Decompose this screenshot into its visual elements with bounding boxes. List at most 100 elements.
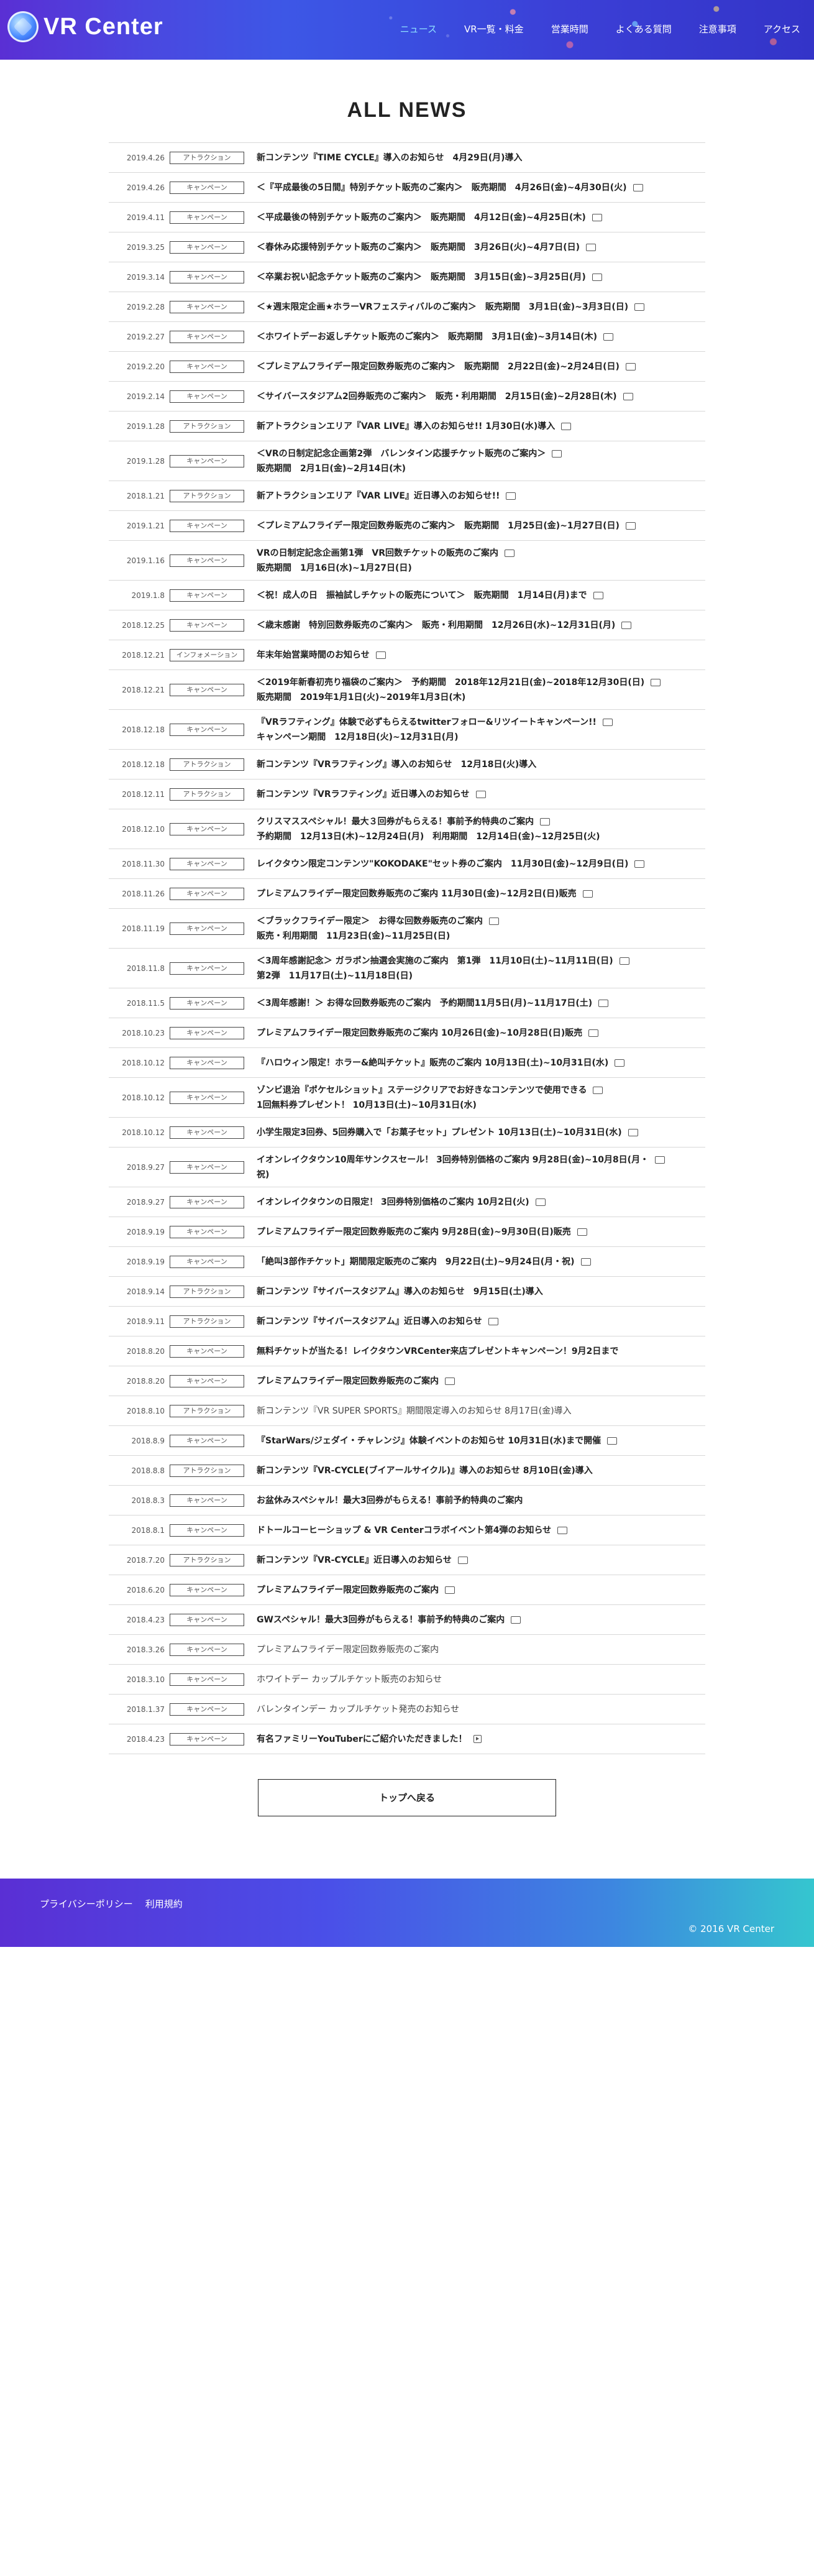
news-title[interactable]: ＜春休み応援特別チケット販売のご案内＞ 販売期間 3月26日(火)~4月7日(日… — [257, 240, 705, 255]
footer-link[interactable]: プライバシーポリシー — [40, 1897, 133, 1910]
news-title[interactable]: ＜プレミアムフライデー限定回数券販売のご案内＞ 販売期間 2月22日(金)~2月… — [257, 359, 705, 374]
news-row[interactable]: 2019.4.26 アトラクション 新コンテンツ『TIME CYCLE』導入のお知ら… — [109, 143, 705, 173]
news-row[interactable]: 2018.6.20 キャンペーン プレミアムフライデー限定回数券販売のご案内 — [109, 1575, 705, 1605]
news-row[interactable]: 2018.11.30 キャンペーン レイクタウン限定コンテンツ"KOKODAKE"セ… — [109, 849, 705, 879]
news-row[interactable]: 2018.8.20 キャンペーン プレミアムフライデー限定回数券販売のご案内 — [109, 1366, 705, 1396]
news-title[interactable]: ＜祝！成人の日 振袖試しチケットの販売について＞ 販売期間 1月14日(月)まで — [257, 588, 705, 603]
news-title[interactable]: レイクタウン限定コンテンツ"KOKODAKE"セット券のご案内 11月30日(金… — [257, 857, 705, 872]
news-title[interactable]: 新コンテンツ『VR-CYCLE(ブイアールサイクル)』導入のお知らせ 8月10日… — [257, 1463, 705, 1478]
news-row[interactable]: 2018.12.21 インフォメーション 年末年始営業時間のお知らせ — [109, 640, 705, 670]
nav-item[interactable]: 注意事項 — [685, 22, 750, 35]
back-to-top-button[interactable]: トップへ戻る — [258, 1779, 556, 1816]
news-row[interactable]: 2018.4.23 キャンペーン 有名ファミリーYouTuberにご紹介いただきまし… — [109, 1724, 705, 1754]
news-row[interactable]: 2019.1.28 アトラクション 新アトラクションエリア『VAR LIVE』導入の… — [109, 412, 705, 441]
news-row[interactable]: 2018.11.8 キャンペーン ＜3周年感謝記念＞ ガラポン抽選会実施のご案内 第… — [109, 949, 705, 988]
news-row[interactable]: 2018.10.12 キャンペーン 『ハロウィン限定！ホラー&絶叫チケット』販売のご… — [109, 1048, 705, 1078]
news-title[interactable]: ＜★週末限定企画★ホラーVRフェスティバルのご案内＞ 販売期間 3月1日(金)~… — [257, 300, 705, 315]
news-title[interactable]: ＜3周年感謝！＞ お得な回数券販売のご案内 予約期間11月5日(月)~11月17… — [257, 996, 705, 1011]
nav-item[interactable]: よくある質問 — [602, 22, 685, 35]
news-title[interactable]: 無料チケットが当たる！レイクタウンVRCenter来店プレゼントキャンペーン！9… — [257, 1344, 705, 1359]
news-title[interactable]: 新コンテンツ『VRラフティング』近日導入のお知らせ — [257, 787, 705, 802]
news-title[interactable]: 新コンテンツ『VRラフティング』導入のお知らせ 12月18日(火)導入 — [257, 757, 705, 772]
nav-item[interactable]: VR一覧・料金 — [450, 22, 537, 35]
news-title[interactable]: ＜ホワイトデーお返しチケット販売のご案内＞ 販売期間 3月1日(金)~3月14日… — [257, 329, 705, 344]
news-row[interactable]: 2018.3.10 キャンペーン ホワイトデー カップルチケット販売のお知らせ — [109, 1665, 705, 1695]
news-title[interactable]: ＜平成最後の特別チケット販売のご案内＞ 販売期間 4月12日(金)~4月25日(… — [257, 210, 705, 225]
news-row[interactable]: 2018.10.12 キャンペーン ゾンビ退治『ポケセルショット』ステージクリアでお… — [109, 1078, 705, 1118]
news-title[interactable]: 新アトラクションエリア『VAR LIVE』導入のお知らせ!! 1月30日(水)導… — [257, 419, 705, 434]
news-title[interactable]: プレミアムフライデー限定回数券販売のご案内 — [257, 1583, 705, 1598]
news-row[interactable]: 2018.9.19 キャンペーン 「絶叫3部作チケット」期間限定販売のご案内 9月2… — [109, 1247, 705, 1277]
news-row[interactable]: 2018.12.21 キャンペーン ＜2019年新春初売り福袋のご案内＞ 予約期間 … — [109, 670, 705, 710]
news-title[interactable]: お盆休みスペシャル！最大3回券がもらえる！事前予約特典のご案内 — [257, 1493, 705, 1508]
news-row[interactable]: 2018.4.23 キャンペーン GWスペシャル！最大3回券がもらえる！事前予約特典… — [109, 1605, 705, 1635]
news-row[interactable]: 2018.10.23 キャンペーン プレミアムフライデー限定回数券販売のご案内 10… — [109, 1018, 705, 1048]
news-title[interactable]: プレミアムフライデー限定回数券販売のご案内 — [257, 1374, 705, 1389]
news-row[interactable]: 2018.12.10 キャンペーン クリスマススペシャル！最大３回券がもらえる！事前… — [109, 809, 705, 849]
news-row[interactable]: 2019.2.20 キャンペーン ＜プレミアムフライデー限定回数券販売のご案内＞ 販… — [109, 352, 705, 382]
news-title[interactable]: イオンレイクタウンの日限定！ 3回券特別価格のご案内 10月2日(火) — [257, 1195, 705, 1210]
news-title[interactable]: 年末年始営業時間のお知らせ — [257, 648, 705, 663]
news-row[interactable]: 2019.1.21 キャンペーン ＜プレミアムフライデー限定回数券販売のご案内＞ 販… — [109, 511, 705, 541]
news-row[interactable]: 2018.10.12 キャンペーン 小学生限定3回券、5回券購入で「お菓子セット」プ… — [109, 1118, 705, 1148]
news-title[interactable]: プレミアムフライデー限定回数券販売のご案内 10月26日(金)~10月28日(日… — [257, 1026, 705, 1041]
news-title[interactable]: 新コンテンツ『VR-CYCLE』近日導入のお知らせ — [257, 1553, 705, 1568]
news-row[interactable]: 2019.2.28 キャンペーン ＜★週末限定企画★ホラーVRフェスティバルのご案内… — [109, 292, 705, 322]
news-row[interactable]: 2018.12.11 アトラクション 新コンテンツ『VRラフティング』近日導入のお知… — [109, 780, 705, 809]
news-row[interactable]: 2018.9.11 アトラクション 新コンテンツ『サイバースタジアム』近日導入のお知… — [109, 1307, 705, 1336]
news-row[interactable]: 2018.11.26 キャンペーン プレミアムフライデー限定回数券販売のご案内 11… — [109, 879, 705, 909]
news-row[interactable]: 2018.1.21 アトラクション 新アトラクションエリア『VAR LIVE』近日導… — [109, 481, 705, 511]
news-row[interactable]: 2018.8.10 アトラクション 新コンテンツ『VR SUPER SPORTS』期… — [109, 1396, 705, 1426]
news-row[interactable]: 2019.3.25 キャンペーン ＜春休み応援特別チケット販売のご案内＞ 販売期間 … — [109, 232, 705, 262]
news-row[interactable]: 2018.12.25 キャンペーン ＜歳末感謝 特別回数券販売のご案内＞ 販売・利用… — [109, 610, 705, 640]
news-title[interactable]: バレンタインデー カップルチケット発売のお知らせ — [257, 1702, 705, 1717]
news-row[interactable]: 2019.4.26 キャンペーン ＜『平成最後の5日間』特別チケット販売のご案内＞ … — [109, 173, 705, 203]
news-title[interactable]: GWスペシャル！最大3回券がもらえる！事前予約特典のご案内 — [257, 1612, 705, 1627]
news-title[interactable]: ＜歳末感謝 特別回数券販売のご案内＞ 販売・利用期間 12月26日(水)~12月… — [257, 618, 705, 633]
news-title[interactable]: 小学生限定3回券、5回券購入で「お菓子セット」プレゼント 10月13日(土)~1… — [257, 1125, 705, 1140]
news-row[interactable]: 2018.8.8 アトラクション 新コンテンツ『VR-CYCLE(ブイアールサイクル… — [109, 1456, 705, 1486]
news-title[interactable]: VRの日制定記念企画第1弾 VR回数チケットの販売のご案内 販売期間 1月16日(… — [257, 546, 705, 576]
news-row[interactable]: 2018.9.19 キャンペーン プレミアムフライデー限定回数券販売のご案内 9月2… — [109, 1217, 705, 1247]
news-title[interactable]: ホワイトデー カップルチケット販売のお知らせ — [257, 1672, 705, 1687]
news-row[interactable]: 2018.8.20 キャンペーン 無料チケットが当たる！レイクタウンVRCenter… — [109, 1336, 705, 1366]
news-row[interactable]: 2019.2.27 キャンペーン ＜ホワイトデーお返しチケット販売のご案内＞ 販売期… — [109, 322, 705, 352]
news-title[interactable]: 『VRラフティング』体験で必ずもらえるtwitterフォロー&リツイートキャンペ… — [257, 715, 705, 745]
news-title[interactable]: ＜VRの日制定記念企画第2弾 バレンタイン応援チケット販売のご案内＞ 販売期間 2… — [257, 446, 705, 476]
news-row[interactable]: 2018.12.18 キャンペーン 『VRラフティング』体験で必ずもらえるtwitt… — [109, 710, 705, 750]
news-row[interactable]: 2018.1.37 キャンペーン バレンタインデー カップルチケット発売のお知らせ — [109, 1695, 705, 1724]
news-row[interactable]: 2019.3.14 キャンペーン ＜卒業お祝い記念チケット販売のご案内＞ 販売期間 … — [109, 262, 705, 292]
news-title[interactable]: 新アトラクションエリア『VAR LIVE』近日導入のお知らせ!! — [257, 489, 705, 504]
news-row[interactable]: 2018.12.18 アトラクション 新コンテンツ『VRラフティング』導入のお知らせ… — [109, 750, 705, 780]
news-title[interactable]: プレミアムフライデー限定回数券販売のご案内 9月28日(金)~9月30日(日)販… — [257, 1225, 705, 1240]
news-row[interactable]: 2019.1.16 キャンペーン VRの日制定記念企画第1弾 VR回数チケットの販売… — [109, 541, 705, 581]
news-row[interactable]: 2018.8.1 キャンペーン ドトールコーヒーショップ & VR Centerコラ… — [109, 1516, 705, 1545]
news-title[interactable]: 有名ファミリーYouTuberにご紹介いただきました！ — [257, 1732, 705, 1747]
news-row[interactable]: 2018.9.27 キャンペーン イオンレイクタウンの日限定！ 3回券特別価格のご案… — [109, 1187, 705, 1217]
news-row[interactable]: 2018.7.20 アトラクション 新コンテンツ『VR-CYCLE』近日導入のお知ら… — [109, 1545, 705, 1575]
news-row[interactable]: 2018.9.14 アトラクション 新コンテンツ『サイバースタジアム』導入のお知らせ… — [109, 1277, 705, 1307]
news-title[interactable]: 「絶叫3部作チケット」期間限定販売のご案内 9月22日(土)~9月24日(月・祝… — [257, 1254, 705, 1269]
news-title[interactable]: 新コンテンツ『VR SUPER SPORTS』期間限定導入のお知らせ 8月17日… — [257, 1404, 705, 1419]
news-title[interactable]: ゾンビ退治『ポケセルショット』ステージクリアでお好きなコンテンツで使用できる 1回… — [257, 1083, 705, 1113]
news-title[interactable]: 新コンテンツ『サイバースタジアム』導入のお知らせ 9月15日(土)導入 — [257, 1284, 705, 1299]
news-row[interactable]: 2019.2.14 キャンペーン ＜サイバースタジアム2回券販売のご案内＞ 販売・利… — [109, 382, 705, 412]
nav-item[interactable]: アクセス — [750, 22, 814, 35]
news-title[interactable]: 新コンテンツ『TIME CYCLE』導入のお知らせ 4月29日(月)導入 — [257, 150, 705, 165]
news-title[interactable]: プレミアムフライデー限定回数券販売のご案内 11月30日(金)~12月2日(日)… — [257, 886, 705, 901]
news-row[interactable]: 2019.4.11 キャンペーン ＜平成最後の特別チケット販売のご案内＞ 販売期間 … — [109, 203, 705, 232]
news-title[interactable]: 『StarWars/ジェダイ・チャレンジ』体験イベントのお知らせ 10月31日(… — [257, 1433, 705, 1448]
logo[interactable]: VR Center — [7, 11, 163, 42]
news-title[interactable]: ＜サイバースタジアム2回券販売のご案内＞ 販売・利用期間 2月15日(金)~2月… — [257, 389, 705, 404]
news-row[interactable]: 2018.9.27 キャンペーン イオンレイクタウン10周年サンクスセール！ 3回券… — [109, 1148, 705, 1187]
news-row[interactable]: 2018.8.3 キャンペーン お盆休みスペシャル！最大3回券がもらえる！事前予約特… — [109, 1486, 705, 1516]
news-title[interactable]: 『ハロウィン限定！ホラー&絶叫チケット』販売のご案内 10月13日(土)~10月… — [257, 1056, 705, 1070]
nav-item[interactable]: 営業時間 — [537, 22, 602, 35]
news-title[interactable]: 新コンテンツ『サイバースタジアム』近日導入のお知らせ — [257, 1314, 705, 1329]
news-title[interactable]: ＜3周年感謝記念＞ ガラポン抽選会実施のご案内 第1弾 11月10日(土)~11… — [257, 954, 705, 983]
news-title[interactable]: ＜卒業お祝い記念チケット販売のご案内＞ 販売期間 3月15日(金)~3月25日(… — [257, 270, 705, 285]
news-row[interactable]: 2019.1.8 キャンペーン ＜祝！成人の日 振袖試しチケットの販売について＞ 販… — [109, 581, 705, 610]
nav-item[interactable]: ニュース — [386, 22, 450, 35]
footer-link[interactable]: 利用規約 — [145, 1897, 183, 1910]
news-title[interactable]: クリスマススペシャル！最大３回券がもらえる！事前予約特典のご案内 予約期間 12月… — [257, 814, 705, 844]
